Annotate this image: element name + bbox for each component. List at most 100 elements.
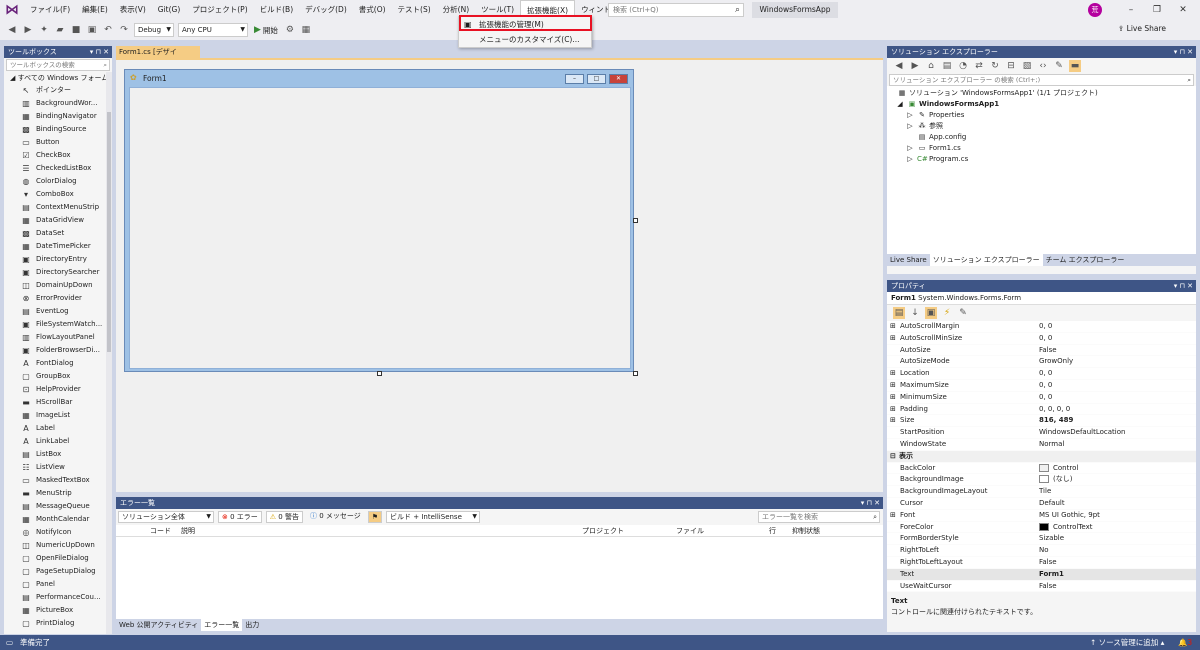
save-icon[interactable]: ■: [70, 24, 82, 36]
toolbox-item[interactable]: ▦ DataGridView: [4, 214, 112, 227]
column-code[interactable]: コード: [150, 525, 171, 537]
expand-icon[interactable]: ⊞: [890, 333, 898, 345]
panel-controls-icon[interactable]: ▾ ⊓ ✕: [1174, 280, 1193, 292]
resize-handle-right[interactable]: [633, 218, 638, 223]
property-row[interactable]: RightToLeft No: [887, 545, 1196, 557]
tree-properties[interactable]: ▷ ✎ Properties: [887, 110, 1196, 121]
add-to-source-control-button[interactable]: ↑ ソース管理に追加 ▴: [1090, 635, 1164, 650]
toolbox-item[interactable]: ▦ DateTimePicker: [4, 240, 112, 253]
column-file[interactable]: ファイル: [676, 525, 704, 537]
property-value[interactable]: 0, 0: [1039, 368, 1052, 380]
property-row[interactable]: WindowState Normal: [887, 438, 1196, 451]
toolbox-item[interactable]: ▣ DirectoryEntry: [4, 253, 112, 266]
properties-object-select[interactable]: Form1 System.Windows.Forms.Form: [887, 292, 1196, 305]
column-description[interactable]: 説明: [181, 525, 195, 537]
toolbox-scroll-thumb[interactable]: [107, 112, 111, 352]
home-icon[interactable]: ⌂: [925, 60, 937, 72]
property-value[interactable]: 0, 0: [1039, 392, 1052, 404]
property-value[interactable]: Control: [1039, 463, 1078, 475]
property-row[interactable]: BackgroundImage (なし): [887, 474, 1196, 487]
toolbox-item[interactable]: A Label: [4, 422, 112, 435]
error-scope-select[interactable]: ソリューション全体 ▼: [118, 511, 214, 523]
property-row[interactable]: BackColor Control: [887, 462, 1196, 475]
toolbox-item[interactable]: ▥ BackgroundWor...: [4, 97, 112, 110]
toolbox-item[interactable]: ▣ DirectorySearcher: [4, 266, 112, 279]
tab-error-list[interactable]: エラー一覧: [201, 619, 243, 631]
filter-icon[interactable]: ⚑: [367, 511, 383, 523]
property-value[interactable]: 0, 0: [1039, 380, 1052, 392]
toolbox-item[interactable]: ▢ PrintDialog: [4, 617, 112, 630]
tree-project[interactable]: ◢ ▣ WindowsFormsApp1: [887, 99, 1196, 110]
toolbox-item[interactable]: ▤ EventLog: [4, 305, 112, 318]
save-all-icon[interactable]: ▣: [86, 24, 98, 36]
tab-form1-design[interactable]: Form1.cs [デザイン]⊸✕: [116, 46, 200, 68]
tab-solution-explorer[interactable]: ソリューション エクスプローラー: [929, 254, 1043, 266]
toolbox-item[interactable]: ▦ PictureBox: [4, 604, 112, 617]
property-row[interactable]: AutoSize False: [887, 344, 1196, 357]
property-row[interactable]: StartPosition WindowsDefaultLocation: [887, 427, 1196, 439]
undo-icon[interactable]: ↶: [102, 24, 114, 36]
preview-icon[interactable]: ▬: [1069, 60, 1081, 72]
menu-git[interactable]: Git(G): [152, 0, 187, 20]
expand-icon[interactable]: ⊞: [890, 415, 898, 427]
toolbox-item[interactable]: ☰ CheckedListBox: [4, 162, 112, 175]
pending-changes-icon[interactable]: ◔: [957, 60, 969, 72]
property-row[interactable]: ⊞ Location 0, 0: [887, 368, 1196, 380]
errors-filter-button[interactable]: ⊗ 0 エラー: [218, 511, 262, 523]
property-row[interactable]: ⊞ Padding 0, 0, 0, 0: [887, 403, 1196, 416]
panel-controls-icon[interactable]: ▾ ⊓ ✕: [861, 497, 880, 509]
tab-web-publish[interactable]: Web 公開アクティビティ: [116, 619, 201, 631]
collapse-all-icon[interactable]: ⊟: [1005, 60, 1017, 72]
property-value[interactable]: 816, 489: [1039, 415, 1073, 427]
resize-handle-bottom[interactable]: [377, 371, 382, 376]
events-icon[interactable]: ⚡: [941, 307, 953, 319]
panel-controls-icon[interactable]: ▾ ⊓ ✕: [1174, 46, 1193, 58]
toolbox-item[interactable]: A FontDialog: [4, 357, 112, 370]
categorized-icon[interactable]: ▤: [893, 307, 905, 319]
toolbox-item[interactable]: ▦ MonthCalendar: [4, 513, 112, 526]
property-value[interactable]: Sizable: [1039, 533, 1064, 545]
panel-controls-icon[interactable]: ▾ ⊓ ✕: [90, 46, 109, 58]
toolbox-item[interactable]: ▭ MaskedTextBox: [4, 474, 112, 487]
expand-icon[interactable]: ⊞: [890, 380, 898, 392]
toolbox-item[interactable]: ⊗ ErrorProvider: [4, 292, 112, 305]
toolbox-item[interactable]: ▣ FolderBrowserDi...: [4, 344, 112, 357]
toolbox-section-header[interactable]: ◢ すべての Windows フォーム: [4, 72, 112, 84]
menu-file[interactable]: ファイル(F): [24, 0, 76, 20]
toolbox-item[interactable]: ◎ NotifyIcon: [4, 526, 112, 539]
alphabetical-icon[interactable]: ↓: [909, 307, 921, 319]
property-row[interactable]: ⊞ Font MS UI Gothic, 9pt: [887, 509, 1196, 522]
menu-edit[interactable]: 編集(E): [76, 0, 114, 20]
property-pages-icon[interactable]: ✎: [957, 307, 969, 319]
property-row[interactable]: ⊞ MinimumSize 0, 0: [887, 391, 1196, 404]
toolbox-item[interactable]: ▩ BindingSource: [4, 123, 112, 136]
property-value[interactable]: False: [1039, 345, 1057, 357]
switch-views-icon[interactable]: ▤: [941, 60, 953, 72]
start-button[interactable]: ▶ 開始: [254, 25, 278, 36]
property-value[interactable]: ControlText: [1039, 522, 1092, 534]
toolbox-item[interactable]: ☷ ListView: [4, 461, 112, 474]
toolbox-search-input[interactable]: ツールボックスの検索 ⌕: [6, 59, 110, 71]
toolbox-item[interactable]: ☑ CheckBox: [4, 149, 112, 162]
menu-build[interactable]: ビルド(B): [254, 0, 300, 20]
collapse-icon[interactable]: ⊟: [890, 451, 898, 463]
forward-icon[interactable]: ▶: [909, 60, 921, 72]
property-row[interactable]: ⊞ Size 816, 489: [887, 415, 1196, 428]
resize-handle-corner[interactable]: [633, 371, 638, 376]
global-search-input[interactable]: 検索 (Ctrl+Q) ⌕: [608, 3, 744, 17]
live-share-button[interactable]: ⇪ Live Share: [1118, 24, 1166, 33]
toolbox-scrollbar[interactable]: [106, 72, 112, 634]
view-code-icon[interactable]: ‹›: [1037, 60, 1049, 72]
column-project[interactable]: プロジェクト: [582, 525, 624, 537]
screenshot-icon[interactable]: ▦: [300, 24, 312, 36]
browser-link-icon[interactable]: ⚙: [284, 24, 296, 36]
toolbox-item[interactable]: ▦ BindingNavigator: [4, 110, 112, 123]
property-row[interactable]: Text Form1: [887, 568, 1196, 581]
property-value[interactable]: Normal: [1039, 439, 1064, 451]
property-value[interactable]: WindowsDefaultLocation: [1039, 427, 1125, 439]
menu-project[interactable]: プロジェクト(P): [186, 0, 253, 20]
toolbox-item[interactable]: ▤ ContextMenuStrip: [4, 201, 112, 214]
tab-output[interactable]: 出力: [242, 619, 262, 631]
toolbox-item[interactable]: ↖ ポインター: [4, 84, 112, 97]
property-row[interactable]: BackgroundImageLayout Tile: [887, 486, 1196, 498]
